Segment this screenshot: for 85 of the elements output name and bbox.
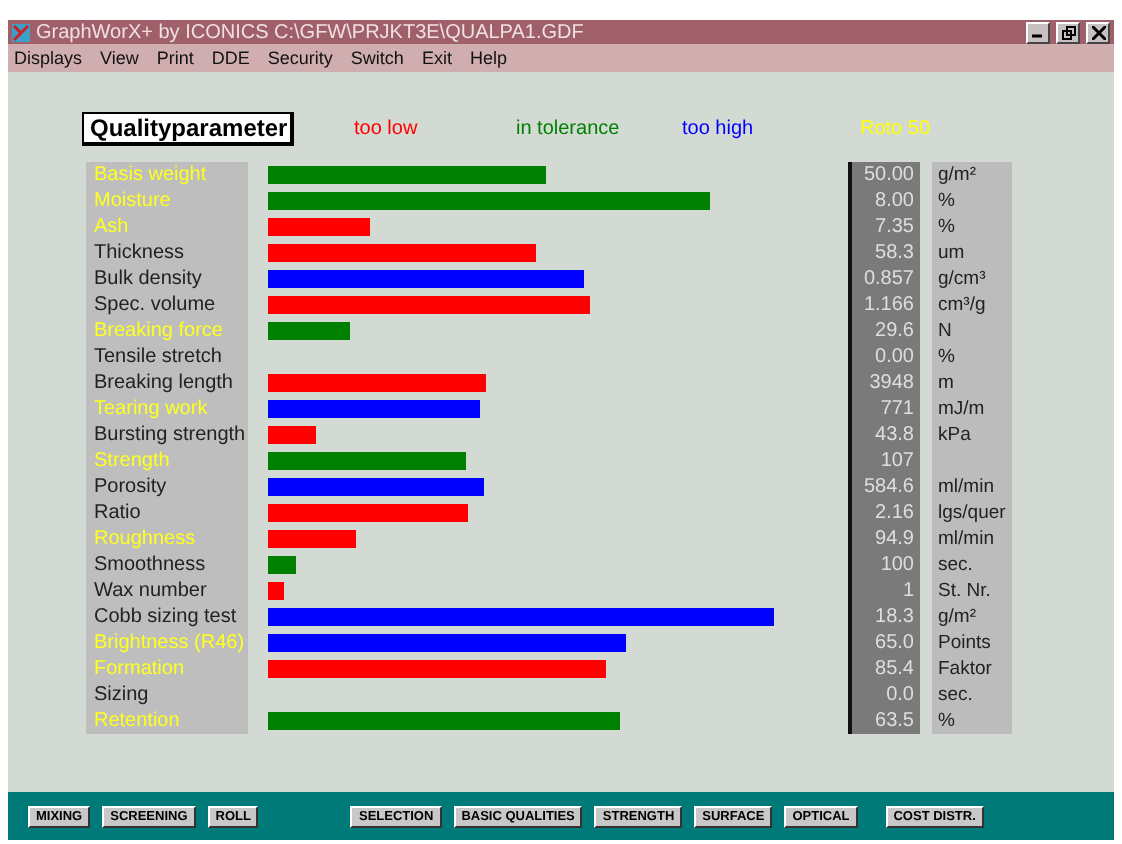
app-icon <box>12 23 30 41</box>
header-title: Qualityparameter <box>82 111 294 145</box>
value-reading: 43.8 <box>848 422 920 448</box>
menu-item[interactable]: DDE <box>211 48 250 68</box>
value-reading: 0.857 <box>848 266 920 292</box>
parameter-label: Formation <box>86 656 248 682</box>
parameter-label: Breaking length <box>86 370 248 396</box>
unit-label: ml/min <box>932 526 1012 552</box>
parameter-label: Bursting strength <box>86 422 248 448</box>
value-reading: 100 <box>848 552 920 578</box>
unit-label: N <box>932 318 1012 344</box>
unit-label: g/cm³ <box>932 266 1012 292</box>
legend-label: in tolerance <box>516 117 622 139</box>
parameter-label: Brightness (R46) <box>86 630 248 656</box>
restore-icon <box>1061 25 1075 39</box>
parameter-label: Thickness <box>86 240 248 266</box>
menu-item[interactable]: Displays <box>14 48 83 68</box>
unit-label: % <box>932 344 1012 370</box>
value-reading: 0.00 <box>848 344 920 370</box>
value-reading: 8.00 <box>848 188 920 214</box>
value-reading: 63.5 <box>848 708 920 734</box>
parameter-label: Ash <box>86 214 248 240</box>
window-title: GraphWorX+ by ICONICS C:\GFW\PRJKT3E\QUALPA1.GDF <box>36 21 586 43</box>
value-reading: 65.0 <box>848 630 920 656</box>
value-reading: 107 <box>848 448 920 474</box>
unit-label: um <box>932 240 1012 266</box>
value-reading: 0.0 <box>848 682 920 708</box>
unit-label: kPa <box>932 422 1012 448</box>
value-reading: 94.9 <box>848 526 920 552</box>
minimize-button[interactable] <box>1026 21 1050 43</box>
menu-item[interactable]: Print <box>156 48 194 68</box>
unit-label: Faktor <box>932 656 1012 682</box>
value-reading: 1.166 <box>848 292 920 318</box>
value-reading: 584.6 <box>848 474 920 500</box>
menu-item[interactable]: Help <box>469 48 507 68</box>
parameter-label: Breaking force <box>86 318 248 344</box>
parameter-label: Basis weight <box>86 162 248 188</box>
value-reading: 85.4 <box>848 656 920 682</box>
parameter-label: Porosity <box>86 474 248 500</box>
unit-label: lgs/quer <box>932 500 1012 526</box>
menu-item[interactable]: Switch <box>350 48 404 68</box>
value-reading: 18.3 <box>848 604 920 630</box>
restore-button[interactable] <box>1056 21 1080 43</box>
parameter-label: Tearing work <box>86 396 248 422</box>
parameter-label: Ratio <box>86 500 248 526</box>
parameter-label: Retention <box>86 708 248 734</box>
unit-label: g/m² <box>932 162 1012 188</box>
value-reading: 7.35 <box>848 214 920 240</box>
unit-label: % <box>932 214 1012 240</box>
parameter-label: Wax number <box>86 578 248 604</box>
legend-label: Roto 50 <box>860 117 933 139</box>
unit-label: % <box>932 708 1012 734</box>
close-icon <box>1091 25 1105 39</box>
parameter-label: Cobb sizing test <box>86 604 248 630</box>
unit-label: ml/min <box>932 474 1012 500</box>
close-button[interactable] <box>1086 21 1110 43</box>
menu-item[interactable]: View <box>100 48 139 68</box>
value-reading: 771 <box>848 396 920 422</box>
unit-label: Points <box>932 630 1012 656</box>
unit-label: St. Nr. <box>932 578 1012 604</box>
parameter-label: Tensile stretch <box>86 344 248 370</box>
parameter-label: Spec. volume <box>86 292 248 318</box>
value-reading: 2.16 <box>848 500 920 526</box>
parameter-label: Moisture <box>86 188 248 214</box>
parameter-label: Sizing <box>86 682 248 708</box>
legend-label: too high <box>682 117 756 139</box>
legend-label: too low <box>354 117 420 139</box>
parameter-label: Strength <box>86 448 248 474</box>
unit-label: cm³/g <box>932 292 1012 318</box>
menu-item[interactable]: Exit <box>421 48 452 68</box>
parameter-label: Roughness <box>86 526 248 552</box>
value-reading: 58.3 <box>848 240 920 266</box>
unit-label: sec. <box>932 552 1012 578</box>
value-reading: 3948 <box>848 370 920 396</box>
value-reading: 1 <box>848 578 920 604</box>
parameter-label: Smoothness <box>86 552 248 578</box>
unit-label: mJ/m <box>932 396 1012 422</box>
unit-label: g/m² <box>932 604 1012 630</box>
unit-label: m <box>932 370 1012 396</box>
unit-label: % <box>932 188 1012 214</box>
value-reading: 29.6 <box>848 318 920 344</box>
unit-label: sec. <box>932 682 1012 708</box>
menu-item[interactable]: Security <box>267 48 333 68</box>
parameter-label: Bulk density <box>86 266 248 292</box>
value-reading: 50.00 <box>848 162 920 188</box>
